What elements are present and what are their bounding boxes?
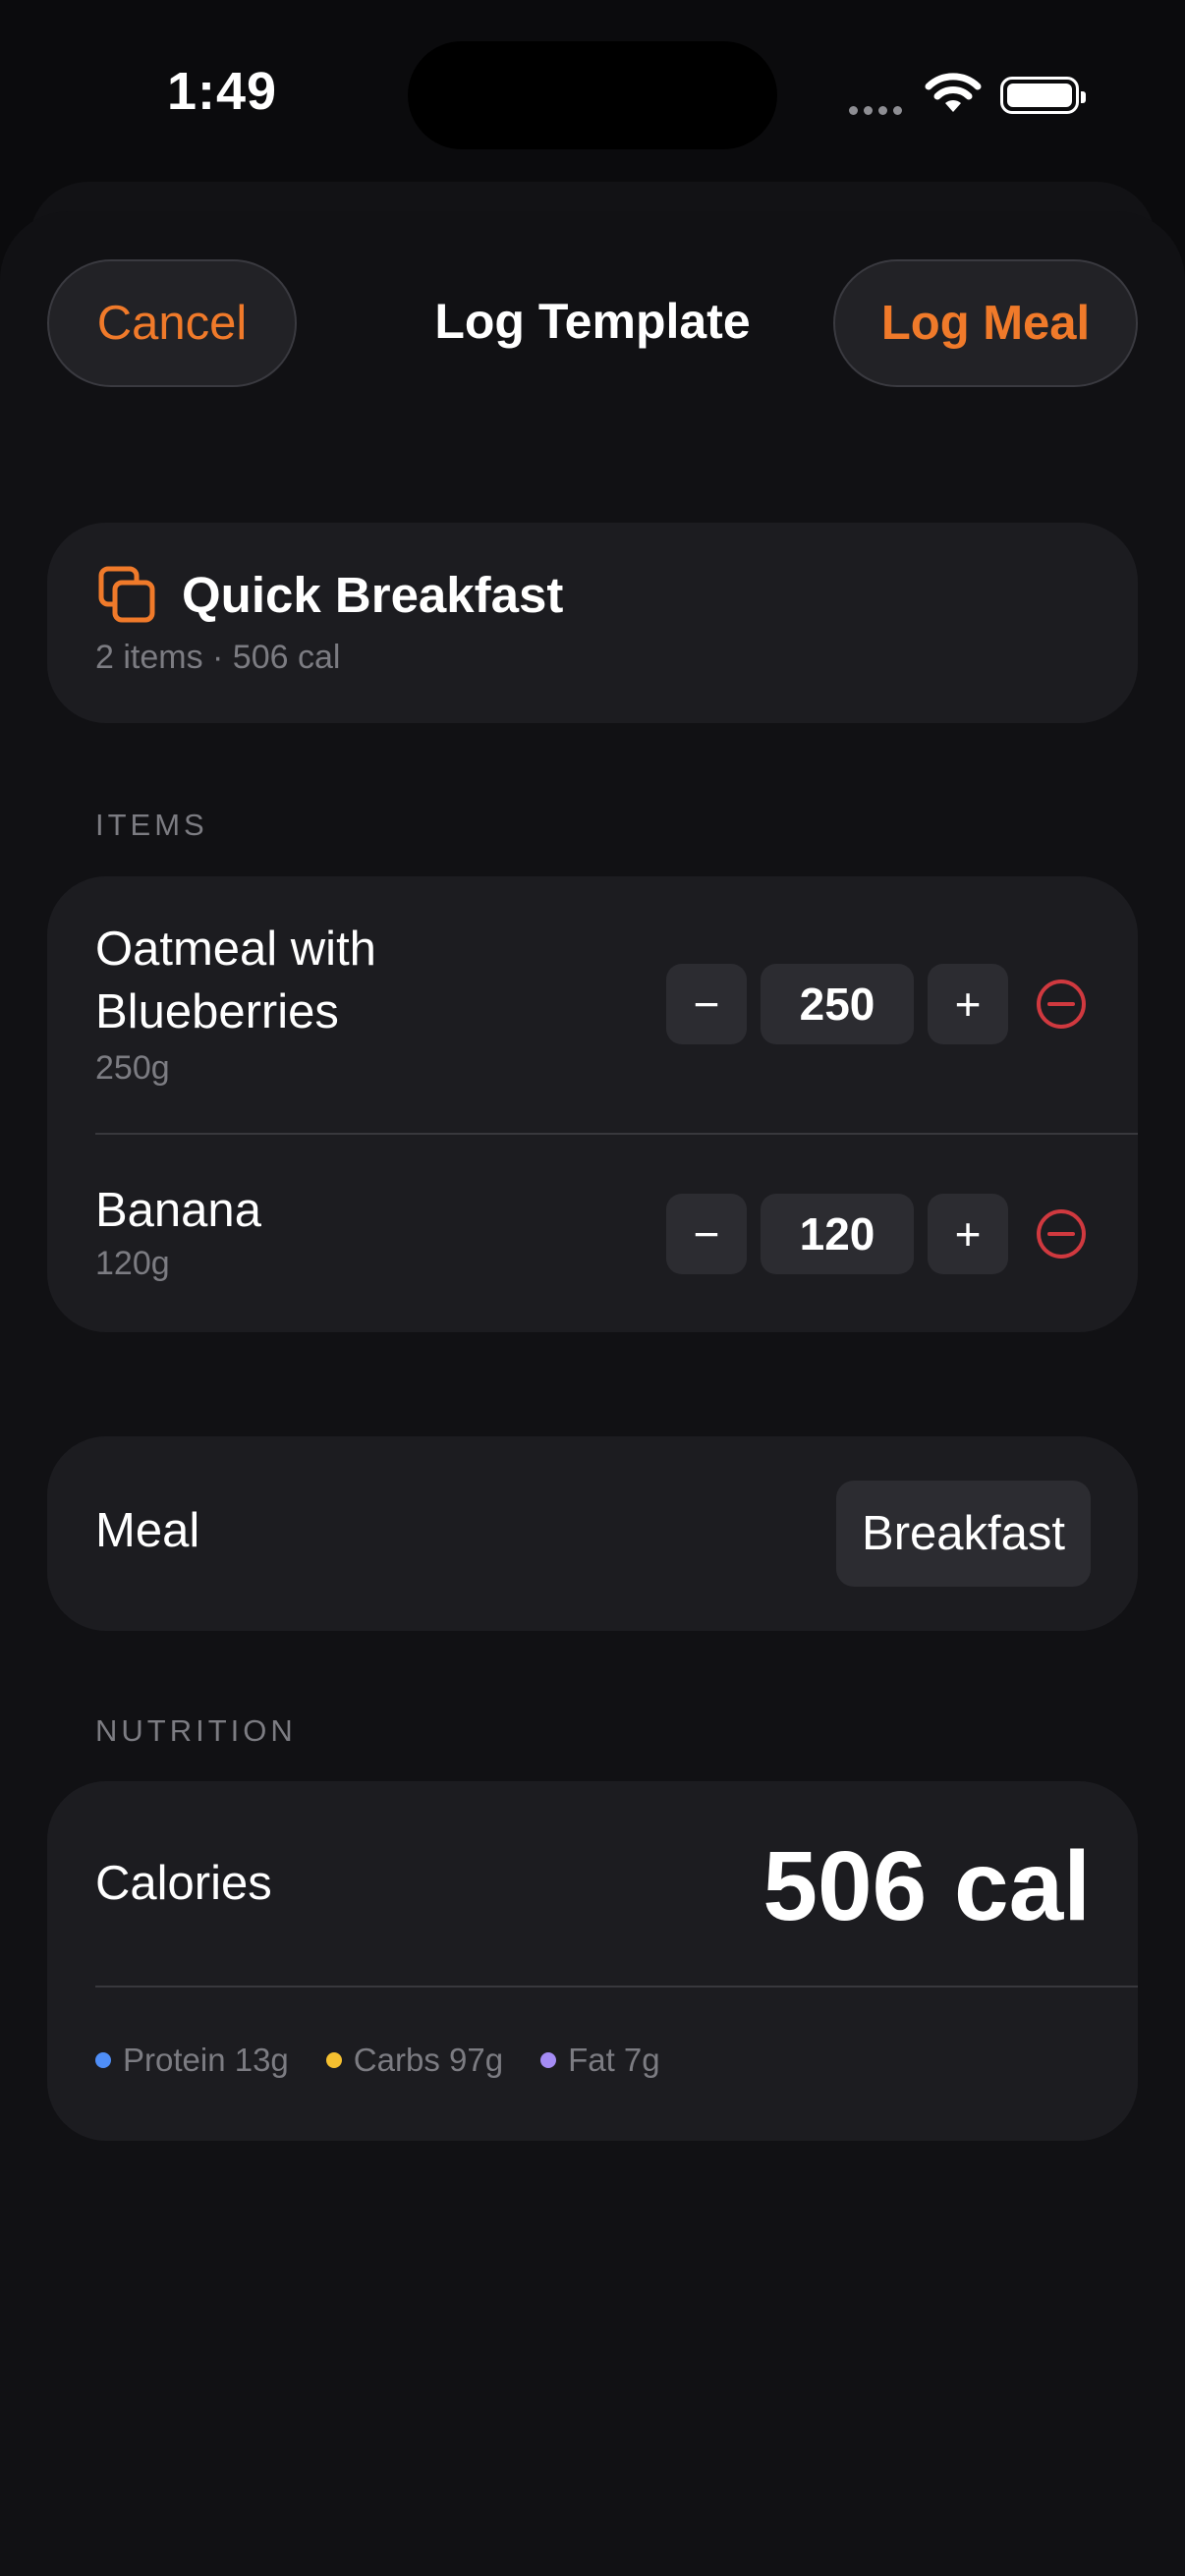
item-divider <box>95 1133 1138 1135</box>
macro-carbs: Carbs 97g <box>325 2042 504 2079</box>
battery-icon <box>1000 77 1086 114</box>
remove-item-icon[interactable] <box>1036 1208 1087 1260</box>
macro-carbs-label: Carbs 97g <box>353 2042 504 2078</box>
cellular-signal-icon <box>849 102 908 120</box>
calories-value: 506 cal <box>762 1831 1091 1941</box>
template-name: Quick Breakfast <box>182 567 564 623</box>
calories-label: Calories <box>95 1857 272 1910</box>
increase-quantity-button[interactable]: + <box>928 1194 1008 1274</box>
remove-item-icon[interactable] <box>1036 979 1087 1030</box>
decrease-quantity-button[interactable]: − <box>666 1194 747 1274</box>
item-portion: 250g <box>95 1049 170 1087</box>
macro-protein: Protein 13g <box>95 2042 289 2079</box>
quantity-field[interactable]: 250 <box>761 964 914 1044</box>
status-time: 1:49 <box>167 62 278 121</box>
macro-fat: Fat 7g <box>540 2042 660 2079</box>
carbs-dot-icon <box>325 2052 342 2068</box>
quantity-field[interactable]: 120 <box>761 1194 914 1274</box>
nutrition-section-label: NUTRITION <box>95 1713 297 1748</box>
item-name: Banana <box>95 1184 261 1237</box>
log-meal-button[interactable]: Log Meal <box>833 259 1138 387</box>
template-summary: 2 items · 506 cal <box>95 639 341 676</box>
decrease-quantity-button[interactable]: − <box>666 964 747 1044</box>
items-card: Oatmeal with Blueberries 250g − 250 + Ba… <box>47 876 1138 1332</box>
nutrition-divider <box>95 1986 1138 1988</box>
dynamic-island <box>408 41 777 149</box>
protein-dot-icon <box>95 2052 111 2068</box>
wifi-icon <box>925 73 982 112</box>
nutrition-card: Calories 506 cal Protein 13g Carbs 97g F… <box>47 1781 1138 2141</box>
increase-quantity-button[interactable]: + <box>928 964 1008 1044</box>
copy-template-icon <box>98 566 155 623</box>
item-name: Oatmeal with Blueberries <box>95 923 376 1038</box>
meal-label: Meal <box>95 1504 200 1557</box>
item-portion: 120g <box>95 1245 170 1282</box>
template-card: Quick Breakfast 2 items · 506 cal <box>47 523 1138 723</box>
fat-dot-icon <box>540 2052 557 2068</box>
meal-card: Meal Breakfast <box>47 1436 1138 1631</box>
macro-fat-label: Fat 7g <box>568 2042 660 2078</box>
macros-row: Protein 13g Carbs 97g Fat 7g <box>95 2042 698 2079</box>
items-section-label: ITEMS <box>95 808 208 842</box>
macro-protein-label: Protein 13g <box>123 2042 289 2078</box>
meal-picker[interactable]: Breakfast <box>836 1481 1091 1587</box>
